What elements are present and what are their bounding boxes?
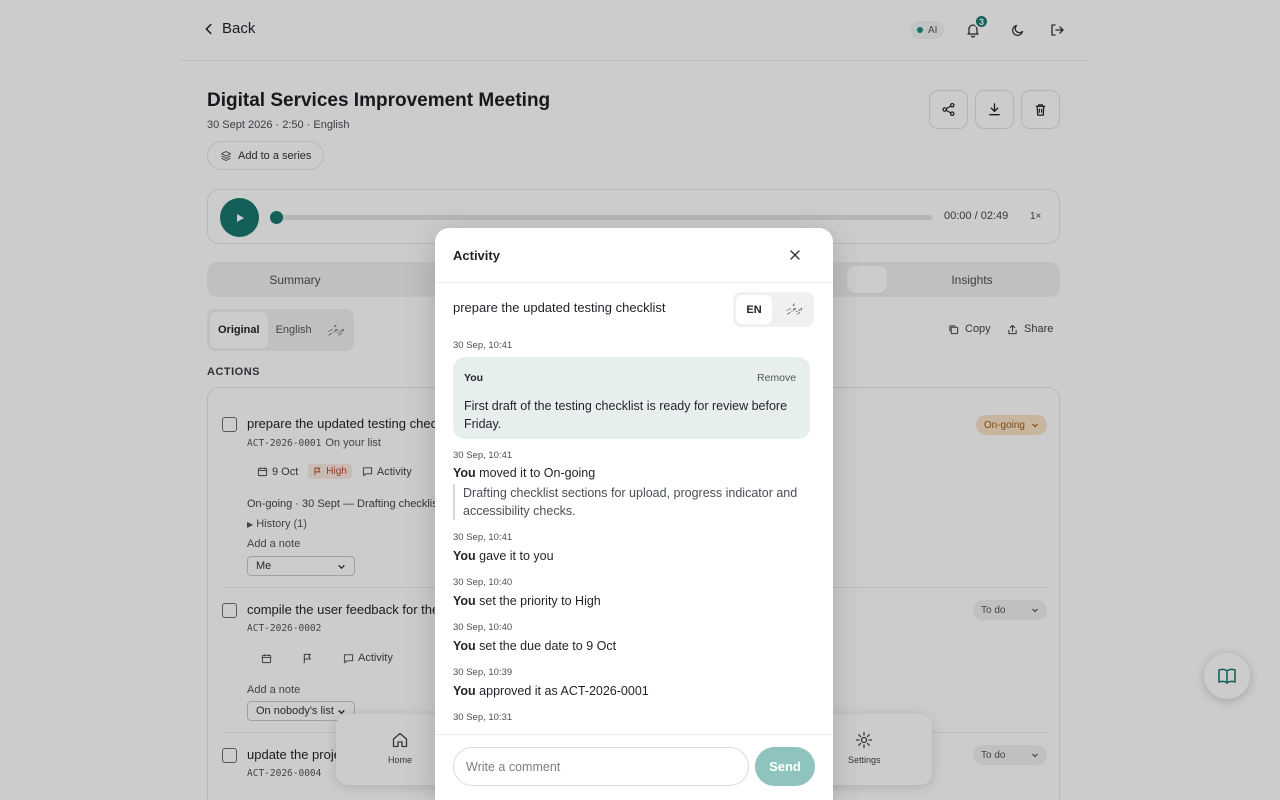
comment-card: You Remove First draft of the testing ch… [453,357,810,439]
comment-author: You [464,372,484,384]
event-timestamp: 30 Sep, 10:31 [453,712,513,723]
event-description: approved it as ACT-2026-0001 [479,684,649,698]
event-actor: You [453,549,476,563]
modal-header: Activity [435,228,833,283]
comment-input[interactable] [453,747,749,786]
activity-feed: 30 Sep, 10:41 You Remove First draft of … [453,340,815,735]
modal-language-toggle: EN ދިވެހި [733,292,814,327]
event-text: You gave it to you [453,549,554,563]
event-text: You set the due date to 9 Oct [453,639,616,653]
event-timestamp: 30 Sep, 10:40 [453,577,513,588]
remove-comment-button[interactable]: Remove [757,372,796,384]
event-actor: You [453,684,476,698]
event-description: moved it to On-going [479,466,596,480]
event-quote: Drafting checklist sections for upload, … [453,484,815,520]
event-actor: You [453,594,476,608]
event-actor: You [453,466,476,480]
event-actor: You [453,639,476,653]
lang-en-button[interactable]: EN [736,295,772,324]
close-button[interactable] [787,247,803,263]
event-timestamp: 30 Sep, 10:40 [453,622,513,633]
close-icon [790,250,800,260]
event-timestamp: 30 Sep, 10:41 [453,532,513,543]
modal-title: Activity [453,248,500,263]
event-timestamp: 30 Sep, 10:41 [453,450,513,461]
event-text: You approved it as ACT-2026-0001 [453,684,649,698]
event-text: You moved it to On-going [453,466,595,480]
lang-dhivehi-button[interactable]: ދިވެހި [777,295,811,324]
event-description: set the priority to High [479,594,601,608]
send-button[interactable]: Send [755,747,815,786]
event-description: gave it to you [479,549,554,563]
activity-modal: Activity prepare the updated testing che… [435,228,833,800]
comment-composer: Send [435,734,833,800]
comment-text: First draft of the testing checklist is … [464,399,788,431]
event-description: set the due date to 9 Oct [479,639,617,653]
comment-timestamp: 30 Sep, 10:41 [453,340,513,351]
modal-task-title: prepare the updated testing checklist [453,300,666,315]
event-text: You set the priority to High [453,594,601,608]
event-timestamp: 30 Sep, 10:39 [453,667,513,678]
page: Back AI 3 Digital Services Improvement M… [0,0,1280,800]
